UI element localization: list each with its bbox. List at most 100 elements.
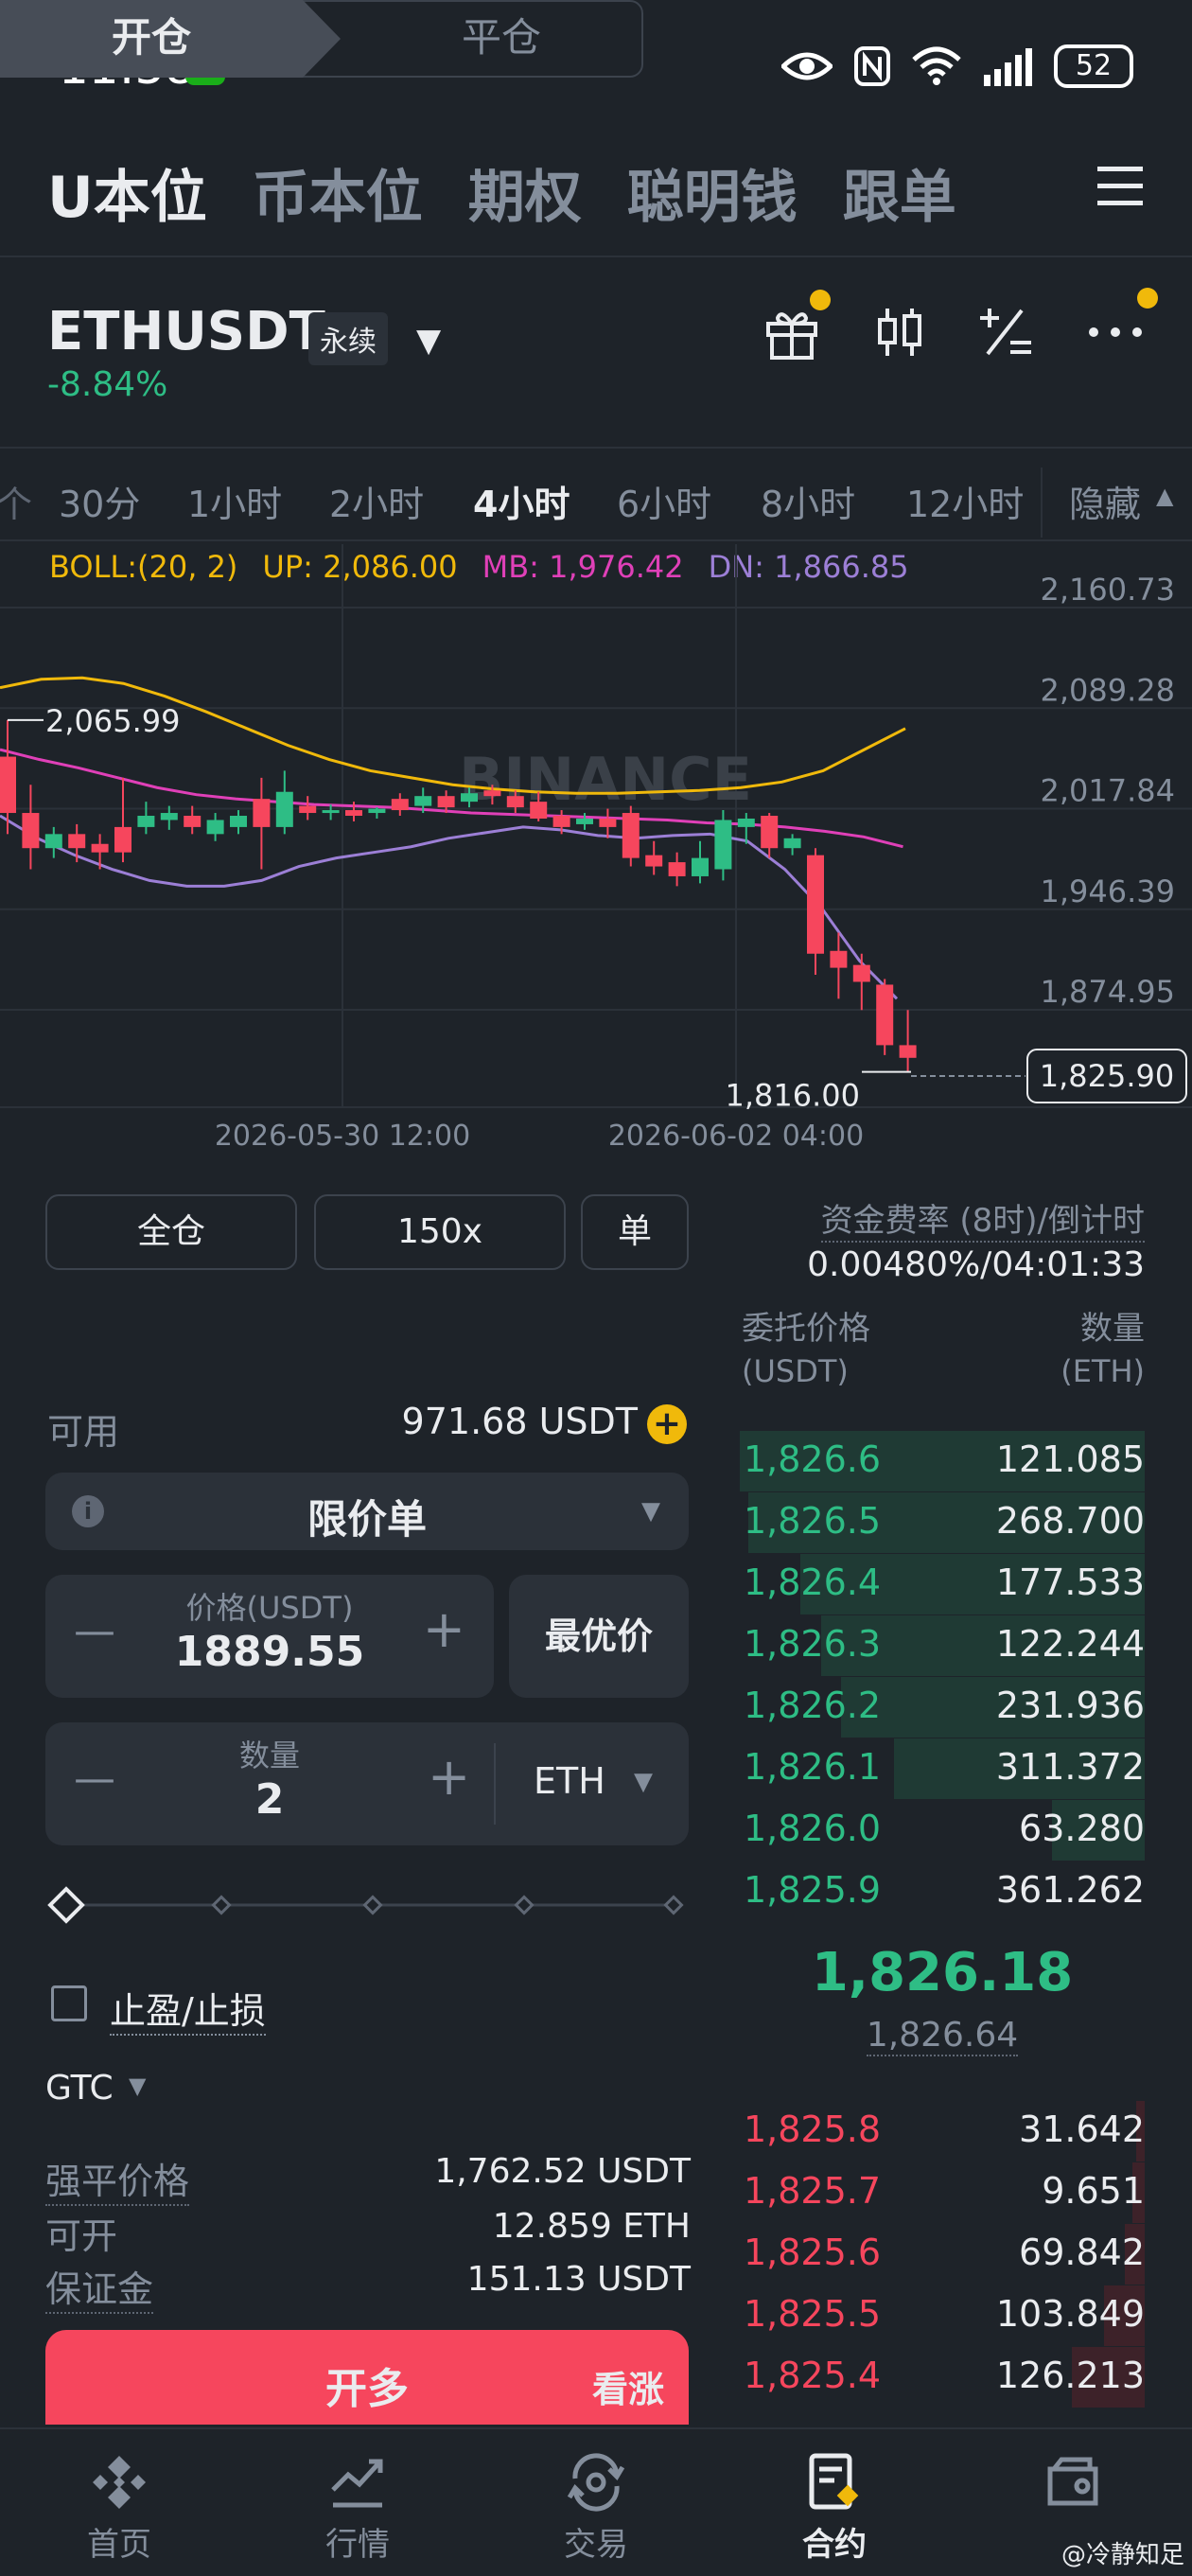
qty-value[interactable]: 2: [45, 1775, 494, 1824]
mark-price: 1,826.64: [866, 2016, 1019, 2056]
candle-body: [761, 816, 779, 849]
menu-icon[interactable]: [1096, 163, 1145, 210]
home-icon: [93, 2456, 146, 2509]
bid-row[interactable]: 1,825.9 361.262: [740, 1861, 1145, 1920]
more-icon[interactable]: [1084, 301, 1147, 363]
tab-usdt-m[interactable]: U本位: [47, 151, 207, 234]
candle-body: [807, 855, 824, 954]
leverage-slider[interactable]: [44, 1881, 696, 1929]
wifi-icon: [912, 46, 961, 85]
nav-futures[interactable]: 合约: [759, 2429, 910, 2576]
ask-row[interactable]: 1,825.4 126.213: [740, 2347, 1145, 2408]
qty-unit[interactable]: ETH: [534, 1760, 605, 1802]
market-type-tabs: U本位 币本位 期权 聪明钱 跟单: [47, 151, 956, 234]
bid-row[interactable]: 1,826.1 311.372: [740, 1738, 1145, 1799]
best-price-button[interactable]: 最优价: [509, 1575, 689, 1698]
candle-body: [206, 820, 224, 835]
price-plus-button[interactable]: +: [423, 1599, 465, 1659]
funding-rate-label[interactable]: 资金费率 (8时)/倒计时: [820, 1194, 1145, 1243]
candle-body: [483, 790, 501, 797]
bullish-label: 看涨: [591, 2369, 664, 2410]
available-value: 971.68 USDT: [401, 1401, 638, 1442]
tpsl-label[interactable]: 止盈/止损: [110, 1982, 266, 2036]
chevron-down-icon[interactable]: ▼: [129, 2073, 146, 2099]
candle-body: [160, 813, 178, 820]
nav-trade[interactable]: 交易: [520, 2429, 672, 2576]
tab-smart-money[interactable]: 聪明钱: [627, 151, 798, 234]
qty-unit-header: (ETH): [1061, 1353, 1145, 1389]
candle-body: [368, 808, 386, 814]
ask-row[interactable]: 1,825.5 103.849: [740, 2285, 1145, 2346]
ask-row[interactable]: 1,825.7 9.651: [740, 2162, 1145, 2223]
leverage-button[interactable]: 150x: [314, 1194, 566, 1270]
candle-body: [714, 820, 732, 870]
collapse-icon[interactable]: ▲: [1156, 483, 1173, 509]
price-input[interactable]: — 价格(USDT) 1889.55 +: [45, 1575, 494, 1698]
ask-row[interactable]: 1,825.6 69.842: [740, 2224, 1145, 2285]
bid-price: 1,826.5: [744, 1500, 882, 1542]
candle-body: [876, 984, 894, 1046]
nav-futures-label: 合约: [802, 2526, 867, 2564]
bid-qty: 361.262: [995, 1869, 1145, 1911]
candlestick-chart-icon[interactable]: [868, 301, 931, 363]
quantity-input[interactable]: — 数量 2 + ETH ▼: [45, 1722, 689, 1845]
candle-body: [599, 818, 617, 827]
tif-select[interactable]: GTC: [45, 2069, 114, 2108]
interval-2h[interactable]: 2小时: [329, 475, 424, 527]
ask-price: 1,825.8: [744, 2108, 882, 2150]
margin-mode-button[interactable]: 全仓: [45, 1194, 297, 1270]
bid-row[interactable]: 1,826.5 268.700: [740, 1492, 1145, 1553]
candle-body: [852, 964, 870, 982]
nav-home[interactable]: 首页: [44, 2429, 195, 2576]
candle-body: [68, 834, 86, 849]
symbol-name[interactable]: ETHUSDT: [47, 301, 325, 362]
interval-30m[interactable]: 30分: [59, 475, 140, 527]
ask-price: 1,825.4: [744, 2355, 882, 2396]
tab-copy-trading[interactable]: 跟单: [843, 151, 956, 234]
bid-row[interactable]: 1,826.3 122.244: [740, 1615, 1145, 1676]
interval-6h[interactable]: 6小时: [617, 475, 711, 527]
tab-options[interactable]: 期权: [468, 151, 582, 234]
interval-1h[interactable]: 1小时: [187, 475, 282, 527]
ask-price: 1,825.7: [744, 2170, 882, 2212]
ask-price: 1,825.6: [744, 2232, 882, 2273]
nav-markets[interactable]: 行情: [282, 2429, 433, 2576]
candle-body: [530, 802, 548, 819]
bid-qty: 63.280: [1019, 1808, 1145, 1849]
x-tick-label: 2026-06-02 04:00: [608, 1120, 864, 1150]
tpsl-checkbox[interactable]: [51, 1985, 87, 2021]
ask-row[interactable]: 1,825.8 31.642: [740, 2101, 1145, 2161]
bid-price: 1,826.0: [744, 1808, 882, 1849]
interval-12h[interactable]: 12小时: [906, 475, 1024, 527]
symbol-dropdown-icon[interactable]: ▼: [416, 322, 441, 360]
candle-body: [783, 838, 801, 849]
calculator-icon[interactable]: [974, 301, 1037, 363]
position-mode-button[interactable]: 单: [581, 1194, 689, 1270]
candle-body: [506, 796, 524, 808]
interval-4h[interactable]: 4小时: [473, 475, 570, 527]
candle-body: [230, 816, 247, 827]
chevron-down-icon[interactable]: ▼: [634, 1768, 653, 1796]
transfer-plus-icon[interactable]: +: [647, 1404, 687, 1444]
open-position-tab[interactable]: 开仓: [0, 0, 341, 78]
gift-icon[interactable]: [761, 301, 823, 363]
close-position-tab[interactable]: 平仓: [359, 0, 643, 78]
y-tick-label: 2,017.84: [1041, 773, 1176, 809]
bid-row[interactable]: 1,826.0 63.280: [740, 1800, 1145, 1861]
bid-row[interactable]: 1,826.6 121.085: [740, 1431, 1145, 1491]
price-chart[interactable]: 2,160.73 2,089.28 2,017.84 1,946.39 1,874.95…: [0, 544, 1192, 1150]
interval-8h[interactable]: 8小时: [761, 475, 855, 527]
nav-markets-label: 行情: [325, 2526, 390, 2564]
bid-row[interactable]: 1,826.2 231.936: [740, 1677, 1145, 1738]
qty-header: 数量: [1080, 1310, 1145, 1348]
bid-row[interactable]: 1,826.4 177.533: [740, 1554, 1145, 1614]
tab-coin-m[interactable]: 币本位: [253, 151, 423, 234]
candle-body: [645, 855, 663, 867]
liq-price-value: 1,762.52 USDT: [434, 2152, 691, 2191]
qty-plus-button[interactable]: +: [428, 1747, 470, 1807]
open-long-button[interactable]: 开多 看涨: [45, 2330, 689, 2425]
order-type-select[interactable]: i 限价单 ▼: [45, 1473, 689, 1550]
divider: [0, 256, 1192, 257]
hide-toggle[interactable]: 隐藏: [1069, 475, 1141, 527]
bid-price: 1,826.2: [744, 1685, 882, 1726]
